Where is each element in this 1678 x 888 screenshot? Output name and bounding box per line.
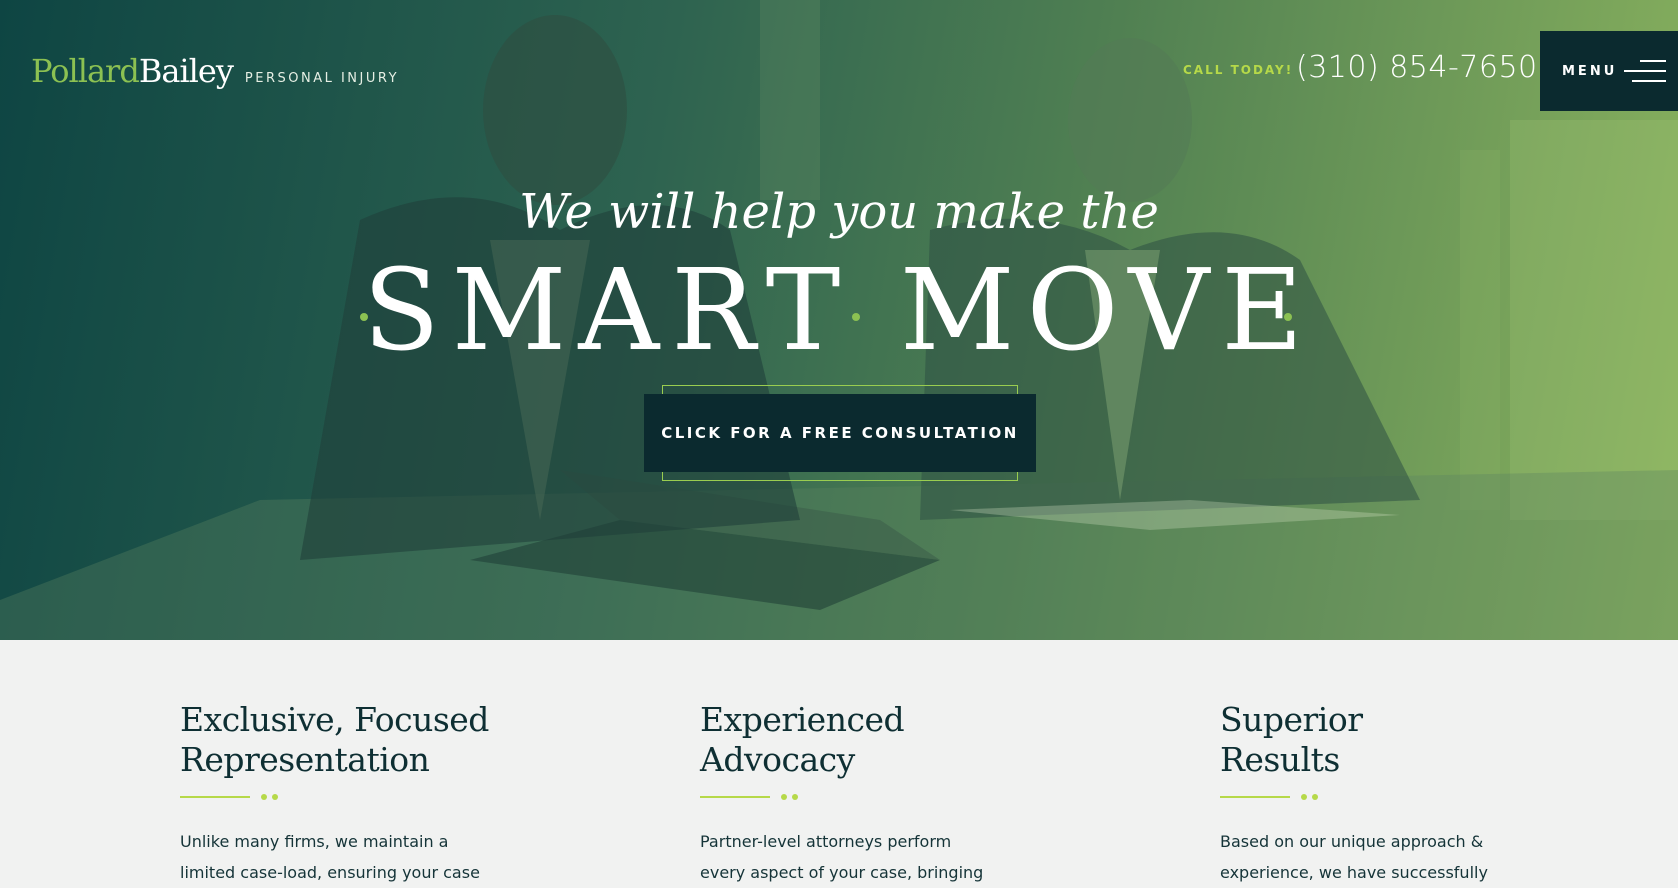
- feature-title: Superior Results: [1220, 700, 1560, 780]
- feature-text: Partner-level attorneys perform every as…: [700, 826, 1020, 888]
- call-today-label: CALL TODAY!: [1183, 63, 1294, 77]
- headline-dot-right: [1284, 313, 1292, 321]
- feature-text-line: Based on our unique approach &: [1220, 832, 1484, 851]
- hero-headline: SMART MOVE: [362, 246, 1316, 376]
- features-section: Exclusive, Focused Representation Unlike…: [0, 640, 1678, 887]
- menu-label: MENU: [1562, 63, 1618, 79]
- feature-title-line: Superior: [1220, 700, 1363, 739]
- hero-section: Pollard Bailey PERSONAL INJURY CALL TODA…: [0, 0, 1678, 640]
- phone-link[interactable]: (310) 854-7650: [1296, 50, 1538, 85]
- feature-divider: [1220, 794, 1330, 800]
- hero-tagline: We will help you make the: [519, 184, 1159, 240]
- site-logo[interactable]: Pollard Bailey PERSONAL INJURY: [31, 52, 399, 90]
- feature-title: Experienced Advocacy: [700, 700, 1040, 780]
- feature-text-line: every aspect of your case, bringing: [700, 863, 984, 882]
- logo-wordmark-pollard: Pollard: [31, 52, 140, 90]
- feature-text-line: Partner-level attorneys perform: [700, 832, 952, 851]
- headline-dot-middle: [852, 313, 860, 321]
- free-consultation-button[interactable]: CLICK FOR A FREE CONSULTATION: [644, 394, 1036, 472]
- feature-text: Unlike many firms, we maintain a limited…: [180, 826, 500, 888]
- menu-button[interactable]: MENU: [1540, 31, 1678, 111]
- feature-title-line: Representation: [180, 740, 430, 779]
- feature-text: Based on our unique approach & experienc…: [1220, 826, 1540, 888]
- headline-dot-left: [360, 313, 368, 321]
- feature-text-line: limited case-load, ensuring your case: [180, 863, 480, 882]
- feature-text-line: experience, we have successfully: [1220, 863, 1488, 882]
- feature-title: Exclusive, Focused Representation: [180, 700, 520, 780]
- feature-text-line: Unlike many firms, we maintain a: [180, 832, 449, 851]
- feature-title-line: Advocacy: [700, 740, 855, 779]
- hamburger-icon: [1624, 60, 1666, 82]
- logo-wordmark-bailey: Bailey: [138, 52, 234, 90]
- feature-title-line: Exclusive, Focused: [180, 700, 489, 739]
- logo-tagline: PERSONAL INJURY: [244, 71, 400, 86]
- feature-divider: [700, 794, 810, 800]
- feature-card: Exclusive, Focused Representation Unlike…: [180, 700, 520, 888]
- feature-title-line: Results: [1220, 740, 1340, 779]
- feature-divider: [180, 794, 290, 800]
- feature-title-line: Experienced: [700, 700, 905, 739]
- feature-card: Superior Results Based on our unique app…: [1220, 700, 1560, 888]
- feature-card: Experienced Advocacy Partner-level attor…: [700, 700, 1040, 888]
